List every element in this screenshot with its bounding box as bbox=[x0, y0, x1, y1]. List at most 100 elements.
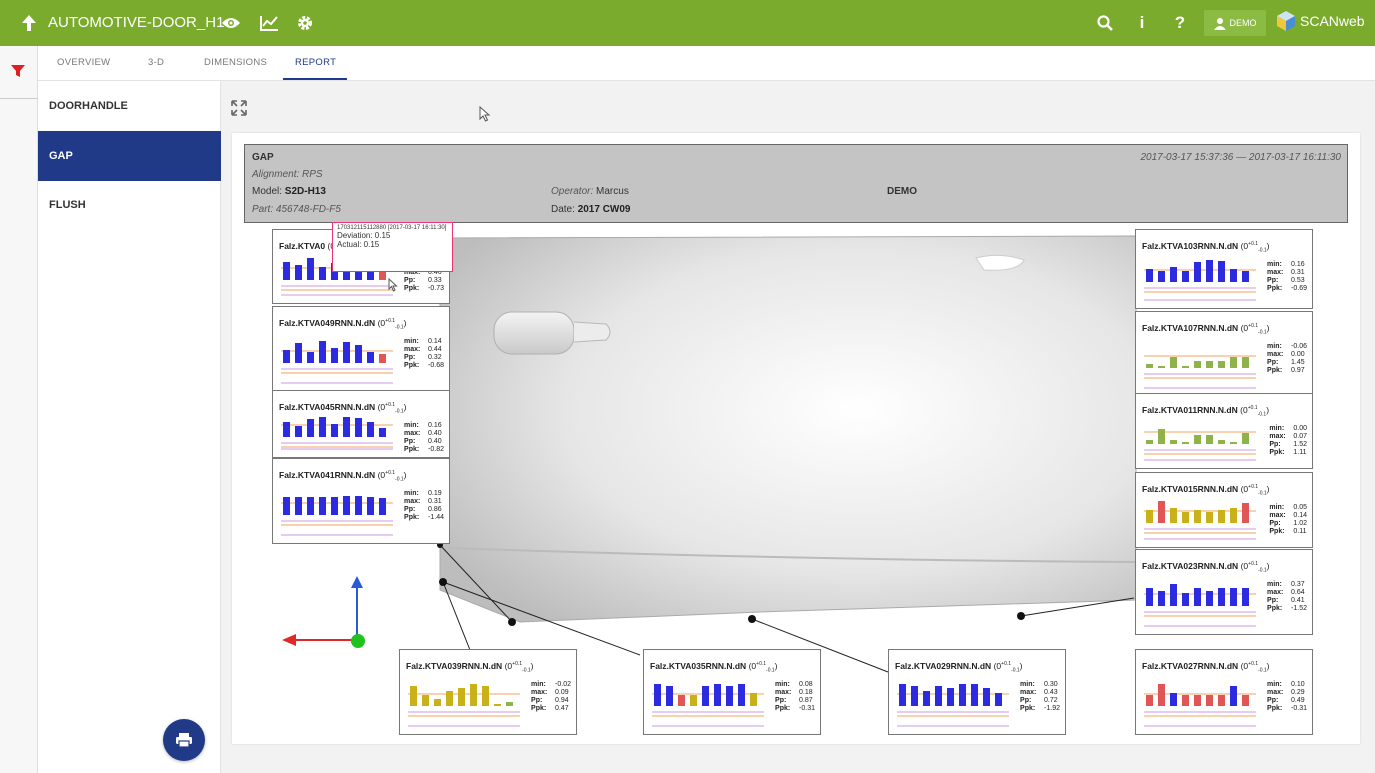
chart-bar[interactable] bbox=[1182, 366, 1189, 368]
measurement-card[interactable]: Falz.KTVA015RNN.N.dN (0+0.1-0.1) min: 0.05… bbox=[1135, 472, 1313, 548]
chart-bar[interactable] bbox=[1146, 588, 1153, 606]
chart-bar[interactable] bbox=[1158, 684, 1165, 706]
measurement-card[interactable]: Falz.KTVA049RNN.N.dN (0+0.1-0.1) min: 0.14… bbox=[272, 306, 450, 392]
chart-bar[interactable] bbox=[307, 258, 314, 280]
measurement-card[interactable]: Falz.KTVA103RNN.N.dN (0+0.1-0.1) min: 0.16… bbox=[1135, 229, 1313, 309]
chart-bar[interactable] bbox=[1146, 440, 1153, 444]
mini-bar-chart[interactable] bbox=[281, 485, 399, 539]
chart-bar[interactable] bbox=[726, 686, 733, 706]
mini-bar-chart[interactable] bbox=[897, 676, 1015, 730]
chart-bar[interactable] bbox=[1242, 433, 1249, 444]
chart-bar[interactable] bbox=[714, 684, 721, 706]
chart-bar[interactable] bbox=[1146, 510, 1153, 523]
chart-bar[interactable] bbox=[1206, 260, 1213, 282]
chart-bar[interactable] bbox=[1218, 588, 1225, 606]
chart-bar[interactable] bbox=[983, 688, 990, 706]
chart-bar[interactable] bbox=[971, 684, 978, 706]
chart-bar[interactable] bbox=[367, 497, 374, 515]
chart-bar[interactable] bbox=[422, 695, 429, 706]
chart-bar[interactable] bbox=[1218, 361, 1225, 368]
chart-bar[interactable] bbox=[283, 262, 290, 280]
chart-bar[interactable] bbox=[654, 684, 661, 706]
measurement-card[interactable]: Falz.KTVA011RNN.N.dN (0+0.1-0.1) min: 0.00… bbox=[1135, 393, 1313, 469]
chart-bar[interactable] bbox=[1230, 686, 1237, 706]
chart-bar[interactable] bbox=[1242, 357, 1249, 368]
chart-bar[interactable] bbox=[1182, 593, 1189, 606]
chart-bar[interactable] bbox=[295, 343, 302, 363]
chart-bar[interactable] bbox=[1194, 262, 1201, 282]
chart-bar[interactable] bbox=[331, 348, 338, 363]
chart-bar[interactable] bbox=[911, 686, 918, 706]
chart-bar[interactable] bbox=[1170, 584, 1177, 606]
chart-bar[interactable] bbox=[1194, 435, 1201, 444]
chart-bar[interactable] bbox=[1242, 695, 1249, 706]
measurement-card[interactable]: Falz.KTVA035RNN.N.dN (0+0.1-0.1) min: 0.08… bbox=[643, 649, 821, 735]
measurement-card[interactable]: Falz.KTVA041RNN.N.dN (0+0.1-0.1) min: 0.19… bbox=[272, 458, 450, 544]
chart-bar[interactable] bbox=[1206, 512, 1213, 523]
mini-bar-chart[interactable] bbox=[652, 676, 770, 730]
chart-bar[interactable] bbox=[319, 417, 326, 437]
chart-bar[interactable] bbox=[1182, 271, 1189, 282]
chart-bar[interactable] bbox=[678, 695, 685, 706]
chart-bar[interactable] bbox=[959, 684, 966, 706]
chart-bar[interactable] bbox=[1230, 588, 1237, 606]
chart-bar[interactable] bbox=[295, 497, 302, 515]
chart-bar[interactable] bbox=[331, 424, 338, 437]
chart-bar[interactable] bbox=[1230, 508, 1237, 523]
chart-bar[interactable] bbox=[1218, 440, 1225, 444]
chart-bar[interactable] bbox=[1194, 510, 1201, 523]
chart-bar[interactable] bbox=[283, 497, 290, 515]
chart-bar[interactable] bbox=[1242, 588, 1249, 606]
chart-bar[interactable] bbox=[343, 496, 350, 515]
measurement-card[interactable]: Falz.KTVA027RNN.N.dN (0+0.1-0.1) min: 0.10… bbox=[1135, 649, 1313, 735]
chart-bar[interactable] bbox=[307, 352, 314, 363]
chart-bar[interactable] bbox=[1194, 695, 1201, 706]
chart-bar[interactable] bbox=[1158, 501, 1165, 523]
chart-bar[interactable] bbox=[690, 695, 697, 706]
chart-bar[interactable] bbox=[1158, 591, 1165, 606]
chart-bar[interactable] bbox=[343, 417, 350, 437]
chart-bar[interactable] bbox=[379, 498, 386, 515]
chart-bar[interactable] bbox=[1158, 429, 1165, 444]
chart-bar[interactable] bbox=[1206, 435, 1213, 444]
mini-bar-chart[interactable] bbox=[408, 676, 526, 730]
chart-bar[interactable] bbox=[379, 354, 386, 363]
chart-bar[interactable] bbox=[295, 265, 302, 280]
chart-bar[interactable] bbox=[1206, 361, 1213, 368]
measurement-card[interactable]: Falz.KTVA045RNN.N.dN (0+0.1-0.1) min: 0.16… bbox=[272, 390, 450, 458]
chart-bar[interactable] bbox=[666, 686, 673, 706]
chart-bar[interactable] bbox=[355, 496, 362, 515]
chart-bar[interactable] bbox=[1170, 440, 1177, 444]
chart-bar[interactable] bbox=[1230, 357, 1237, 368]
chart-bar[interactable] bbox=[1218, 261, 1225, 282]
chart-bar[interactable] bbox=[1170, 693, 1177, 706]
chart-bar[interactable] bbox=[935, 686, 942, 706]
chart-bar[interactable] bbox=[1170, 357, 1177, 368]
chart-bar[interactable] bbox=[1218, 695, 1225, 706]
chart-bar[interactable] bbox=[482, 686, 489, 706]
mini-bar-chart[interactable] bbox=[1144, 338, 1262, 392]
chart-bar[interactable] bbox=[1230, 269, 1237, 282]
chart-bar[interactable] bbox=[1170, 508, 1177, 523]
mini-bar-chart[interactable] bbox=[281, 333, 399, 387]
chart-bar[interactable] bbox=[283, 350, 290, 363]
chart-bar[interactable] bbox=[947, 688, 954, 706]
chart-bar[interactable] bbox=[283, 422, 290, 437]
mini-bar-chart[interactable] bbox=[281, 417, 399, 453]
measurement-card[interactable]: Falz.KTVA029RNN.N.dN (0+0.1-0.1) min: 0.30… bbox=[888, 649, 1066, 735]
chart-bar[interactable] bbox=[506, 702, 513, 706]
chart-bar[interactable] bbox=[750, 693, 757, 706]
chart-bar[interactable] bbox=[1170, 267, 1177, 282]
chart-bar[interactable] bbox=[1206, 591, 1213, 606]
chart-bar[interactable] bbox=[307, 497, 314, 515]
chart-bar[interactable] bbox=[446, 691, 453, 706]
chart-bar[interactable] bbox=[1182, 695, 1189, 706]
chart-bar[interactable] bbox=[702, 686, 709, 706]
chart-bar[interactable] bbox=[995, 693, 1002, 706]
chart-bar[interactable] bbox=[1230, 442, 1237, 444]
chart-bar[interactable] bbox=[923, 691, 930, 706]
mini-bar-chart[interactable] bbox=[1144, 576, 1262, 630]
chart-bar[interactable] bbox=[738, 684, 745, 706]
chart-bar[interactable] bbox=[355, 418, 362, 437]
chart-bar[interactable] bbox=[1146, 269, 1153, 282]
